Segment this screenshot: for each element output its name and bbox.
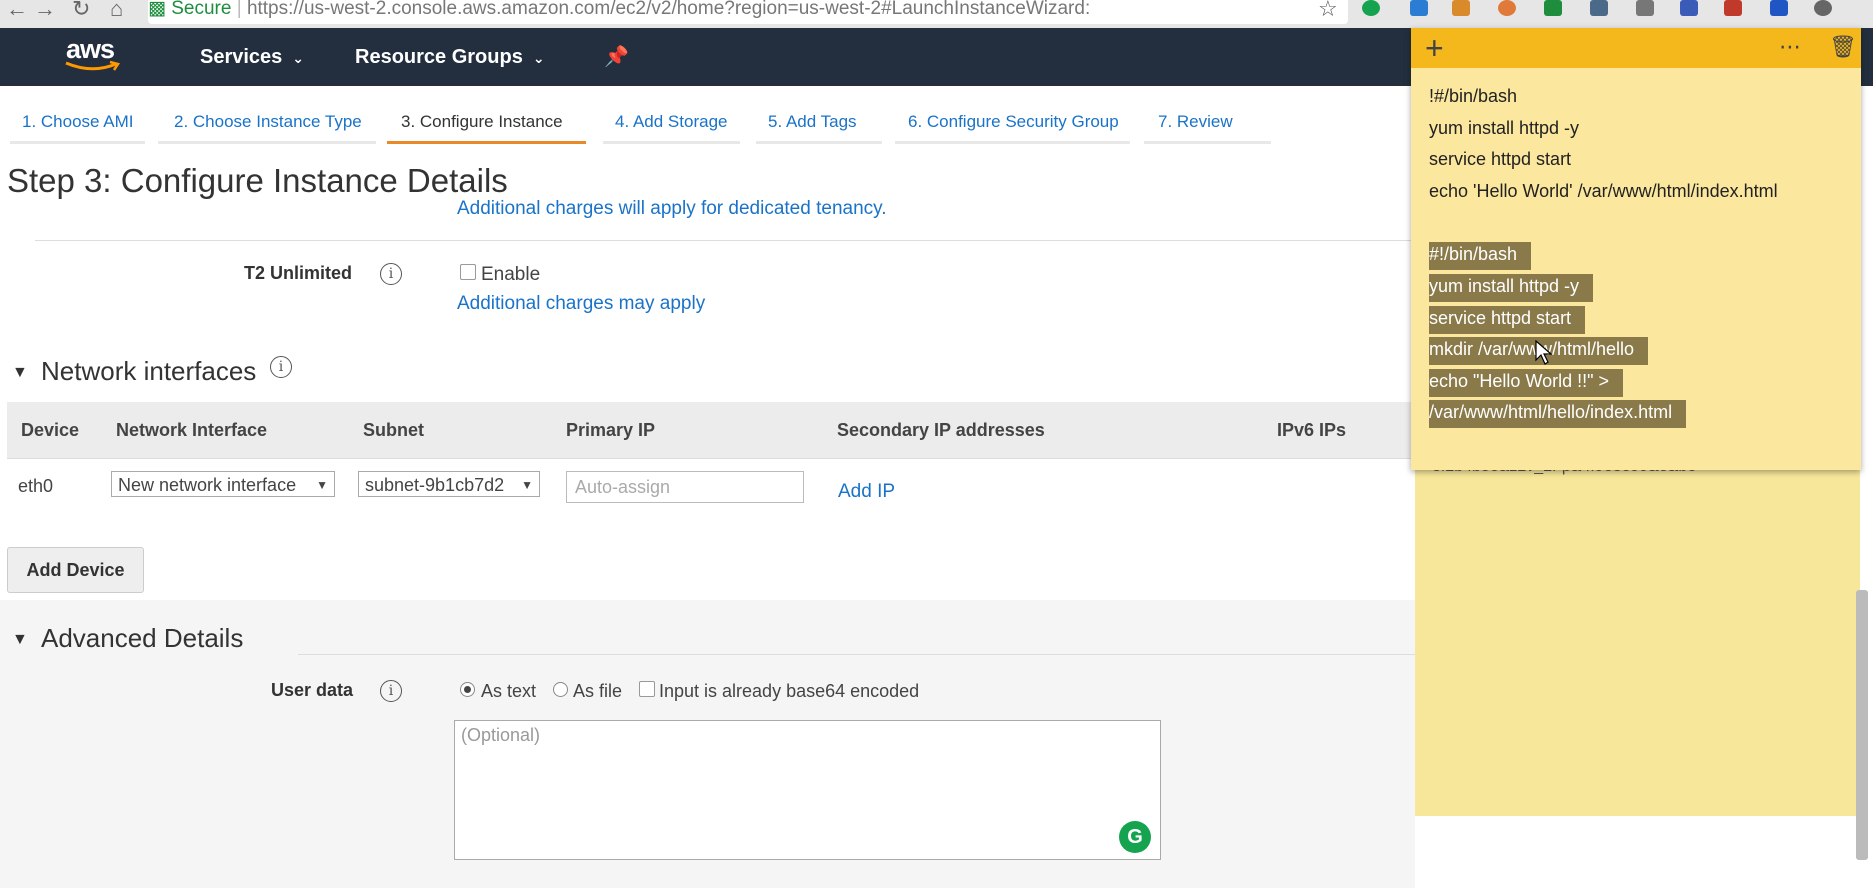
page-title: Step 3: Configure Instance Details	[7, 162, 508, 199]
highlighted-note-line: service httpd start	[1429, 306, 1586, 334]
user-data-textarea[interactable]: (Optional) G	[454, 720, 1161, 860]
collapse-triangle-icon[interactable]: ▼	[12, 364, 28, 382]
extension-icon[interactable]	[1544, 0, 1562, 16]
network-interface-value: New network interface	[118, 475, 297, 495]
services-menu[interactable]: Services ⌄	[200, 46, 304, 69]
tab-configure-security-group[interactable]: 6. Configure Security Group	[908, 112, 1119, 132]
primary-ip-placeholder: Auto-assign	[575, 477, 671, 497]
extension-icon[interactable]	[1452, 0, 1470, 16]
advanced-details-heading: Advanced Details	[41, 623, 244, 653]
url-text: https://us-west-2.console.aws.amazon.com…	[246, 0, 1091, 19]
t2-unlimited-label: T2 Unlimited	[244, 263, 353, 283]
tenancy-note-link[interactable]: Additional charges will apply for dedica…	[457, 198, 887, 220]
column-header-network-interface: Network Interface	[116, 420, 268, 440]
note-line: echo 'Hello World' /var/www/html/index.h…	[1429, 181, 1778, 201]
as-file-label: As file	[573, 681, 623, 701]
tab-underline	[158, 141, 376, 144]
tab-underline	[10, 141, 145, 144]
additional-charges-link[interactable]: Additional charges may apply	[457, 293, 705, 315]
more-options-icon[interactable]: ⋯	[1779, 34, 1801, 60]
extension-icon[interactable]	[1770, 0, 1788, 16]
home-icon[interactable]: ⌂	[110, 0, 123, 20]
tab-configure-instance[interactable]: 3. Configure Instance	[401, 112, 563, 132]
scrollbar[interactable]	[1856, 590, 1868, 860]
user-data-label: User data	[271, 680, 354, 700]
network-interfaces-heading: Network interfaces	[41, 356, 257, 386]
address-bar[interactable]: ▩ Secure | https://us-west-2.console.aws…	[148, 0, 1348, 24]
user-data-placeholder: (Optional)	[461, 725, 541, 745]
pin-icon[interactable]: 📌	[604, 44, 629, 69]
aws-smile-icon	[65, 60, 120, 71]
resource-groups-menu[interactable]: Resource Groups ⌄	[355, 46, 545, 69]
device-cell: eth0	[18, 476, 54, 496]
grammarly-icon[interactable]: G	[1119, 821, 1151, 853]
mouse-cursor-icon	[1535, 340, 1553, 365]
note-line: service httpd start	[1429, 149, 1572, 169]
tab-choose-ami[interactable]: 1. Choose AMI	[22, 112, 134, 132]
tab-underline	[603, 141, 740, 144]
chevron-down-icon: ⌄	[532, 50, 545, 66]
info-icon[interactable]: i	[380, 263, 402, 285]
info-icon[interactable]: i	[380, 680, 402, 702]
base64-label: Input is already base64 encoded	[659, 681, 920, 701]
grammarly-extension-icon[interactable]	[1362, 0, 1380, 16]
add-device-button[interactable]: Add Device	[7, 547, 144, 593]
divider	[298, 654, 1415, 655]
tab-add-storage[interactable]: 4. Add Storage	[615, 112, 727, 132]
highlighted-note-line: #!/bin/bash	[1429, 242, 1532, 270]
extension-icon[interactable]	[1498, 0, 1516, 16]
tab-underline	[1144, 141, 1271, 144]
forward-icon[interactable]: →	[34, 0, 56, 20]
as-text-label: As text	[481, 681, 537, 701]
enable-label: Enable	[481, 264, 541, 285]
resource-groups-label: Resource Groups	[355, 46, 523, 68]
highlighted-note-line: /var/www/html/hello/index.html	[1429, 400, 1687, 428]
base64-checkbox[interactable]	[639, 681, 655, 697]
primary-ip-input[interactable]: Auto-assign	[566, 471, 804, 503]
info-icon[interactable]: i	[270, 356, 292, 378]
secure-label: Secure	[171, 0, 232, 19]
tab-underline	[756, 141, 882, 144]
column-header-subnet: Subnet	[363, 420, 424, 440]
add-note-icon[interactable]: +	[1425, 30, 1444, 67]
services-label: Services	[200, 46, 283, 68]
highlighted-note-line: yum install httpd -y	[1429, 274, 1594, 302]
divider	[35, 240, 1415, 241]
extension-icon[interactable]	[1410, 0, 1428, 16]
lock-icon: ▩	[148, 0, 166, 19]
subnet-select[interactable]: subnet-9b1cb7d2 ▼	[358, 471, 540, 497]
network-interface-select[interactable]: New network interface ▼	[111, 471, 335, 497]
column-header-ipv6: IPv6 IPs	[1277, 420, 1347, 440]
extension-icon[interactable]	[1636, 0, 1654, 16]
back-icon[interactable]: ←	[6, 0, 28, 20]
note-line: yum install httpd -y	[1429, 118, 1580, 138]
extension-icon[interactable]	[1590, 0, 1608, 16]
sticky-note[interactable]: + ⋯ 🗑 !#/bin/bash yum install httpd -y s…	[1411, 28, 1861, 470]
extension-icon[interactable]	[1814, 0, 1832, 16]
column-header-device: Device	[21, 420, 80, 440]
highlighted-note-line: echo "Hello World !!" >	[1429, 369, 1624, 397]
as-text-radio[interactable]	[460, 682, 475, 697]
extension-icon[interactable]	[1680, 0, 1698, 16]
trash-icon[interactable]: 🗑	[1829, 34, 1857, 60]
tab-choose-instance-type[interactable]: 2. Choose Instance Type	[174, 112, 362, 132]
dropdown-arrow-icon: ▼	[316, 478, 328, 492]
tab-add-tags[interactable]: 5. Add Tags	[768, 112, 857, 132]
tab-underline-active	[387, 141, 586, 144]
enable-checkbox[interactable]	[460, 264, 476, 280]
extension-icon[interactable]	[1724, 0, 1742, 16]
add-ip-link[interactable]: Add IP	[838, 481, 895, 503]
bookmark-star-icon[interactable]: ☆	[1318, 0, 1338, 20]
column-header-secondary-ip: Secondary IP addresses	[837, 420, 1045, 440]
as-file-radio[interactable]	[553, 682, 568, 697]
collapse-triangle-icon[interactable]: ▼	[12, 631, 28, 649]
subnet-value: subnet-9b1cb7d2	[365, 475, 505, 495]
column-header-primary-ip: Primary IP	[566, 420, 656, 440]
tab-review[interactable]: 7. Review	[1158, 112, 1233, 132]
dropdown-arrow-icon: ▼	[521, 478, 533, 492]
note-line: !#/bin/bash	[1429, 86, 1518, 106]
reload-icon[interactable]: ↻	[72, 0, 90, 20]
tab-underline	[895, 141, 1130, 144]
chevron-down-icon: ⌄	[292, 50, 305, 66]
